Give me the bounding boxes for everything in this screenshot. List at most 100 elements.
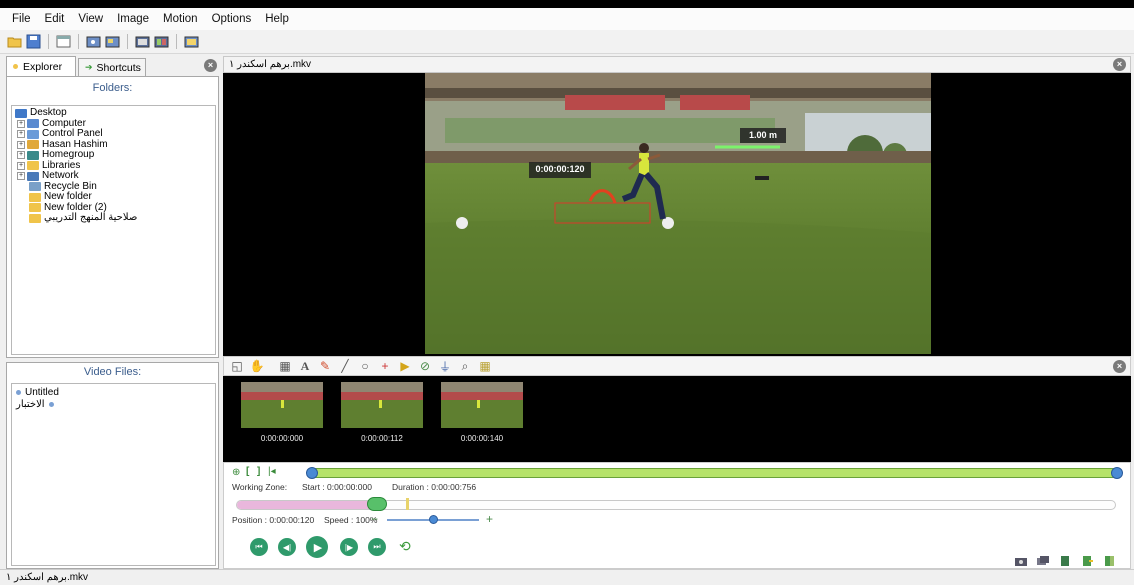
expand-icon[interactable]: + <box>17 119 25 128</box>
next-frame-button[interactable]: |▶ <box>340 538 358 556</box>
list-item[interactable]: Untitled <box>16 386 211 398</box>
folder-tree-item[interactable]: + Network <box>15 170 212 182</box>
angle-icon[interactable]: ⊘ <box>418 359 432 373</box>
video-files-title: Video Files: <box>83 366 142 378</box>
fast-forward-icon: ⏭ <box>373 542 381 551</box>
window-icon[interactable] <box>55 33 72 50</box>
toolbar <box>0 30 1134 54</box>
position-handle[interactable] <box>367 497 388 511</box>
folder-tree-item[interactable]: صلاحية المنهج التدريبي <box>15 212 212 224</box>
folder-tree-item[interactable]: Desktop <box>15 107 212 119</box>
close-tools-icon[interactable]: × <box>1113 360 1126 373</box>
line-icon[interactable]: ╱ <box>338 359 352 373</box>
video-title-bar: برهم اسكندر ١.mkv × <box>223 56 1131 73</box>
play-button[interactable]: ▶ <box>306 536 328 558</box>
expand-icon[interactable]: + <box>17 151 25 160</box>
export-green-icon[interactable] <box>1080 555 1094 567</box>
close-panel-icon[interactable]: × <box>204 59 217 72</box>
menu-options[interactable]: Options <box>212 13 252 25</box>
folder-tree-label: Control Panel <box>42 128 103 139</box>
arrow-icon[interactable]: ▶ <box>398 359 412 373</box>
tab-shortcuts[interactable]: ➔ Shortcuts <box>78 58 146 76</box>
speed-increase-icon[interactable]: + <box>486 512 493 526</box>
last-frame-button[interactable]: ⏭ <box>368 538 386 556</box>
hand-icon[interactable]: ✋ <box>250 359 265 373</box>
folder-icon <box>29 203 41 213</box>
folders-title: Folders: <box>92 82 133 94</box>
overlay-time-label: 0:00:00:120 <box>535 164 585 174</box>
menu-help[interactable]: Help <box>265 13 289 25</box>
folder-icon <box>29 192 41 202</box>
text-icon[interactable]: A <box>298 359 312 373</box>
zone-duration-label: Duration : 0:00:00:756 <box>392 482 477 492</box>
speed-slider-handle[interactable] <box>429 515 438 524</box>
computer-icon <box>27 119 39 129</box>
multi-snapshot-icon[interactable] <box>1036 555 1050 567</box>
key-image-icon[interactable]: ▦ <box>278 359 292 373</box>
folder-tree-item[interactable]: + Homegroup <box>15 149 212 161</box>
folder-tree-item[interactable]: + Control Panel <box>15 128 212 140</box>
drawing-toolbar: ◱ ✋ ▦ A ✎ ╱ ○ + ▶ ⊘ ⏚ ⌕ ▦ × <box>223 356 1131 376</box>
thumb-timestamp: 0:00:00:140 <box>460 434 504 443</box>
pencil-icon[interactable]: ✎ <box>318 359 332 373</box>
speed-decrease-icon[interactable]: − <box>371 512 378 526</box>
export-frames-icon[interactable] <box>134 33 151 50</box>
zone-start-bracket-icon[interactable]: [ <box>246 466 249 477</box>
menu-motion[interactable]: Motion <box>163 13 198 25</box>
zone-end-bracket-icon[interactable]: ] <box>257 466 260 477</box>
explorer-tab-icon <box>13 64 18 69</box>
previous-frame-button[interactable]: ◀| <box>278 538 296 556</box>
zone-reset-icon[interactable]: |◂ <box>268 466 276 477</box>
rewind-icon: ⏮ <box>255 542 263 551</box>
loop-icon[interactable]: ⟲ <box>399 538 411 555</box>
zone-start-label: Start : 0:00:00:000 <box>302 482 372 492</box>
export-side-icon[interactable] <box>1102 555 1116 567</box>
thumb-timestamp: 0:00:00:112 <box>361 434 403 443</box>
pointer-icon[interactable]: ◱ <box>230 359 244 373</box>
video-title: برهم اسكندر ١.mkv <box>229 59 312 70</box>
export-side-by-side-icon[interactable] <box>183 33 200 50</box>
close-video-icon[interactable]: × <box>1113 58 1126 71</box>
libraries-icon <box>27 161 39 171</box>
circle-icon[interactable]: ○ <box>358 359 372 373</box>
menu-image[interactable]: Image <box>117 13 149 25</box>
magnifier-icon[interactable]: ⌕ <box>458 359 472 373</box>
explorer-pane: Folders: Desktop + Computer + Control Panel +… <box>6 76 219 358</box>
zone-start-handle[interactable] <box>306 467 318 479</box>
expand-icon[interactable]: + <box>17 161 25 170</box>
menu-view[interactable]: View <box>78 13 103 25</box>
lock-icon[interactable]: ⊕ <box>232 467 240 478</box>
playback-controls: ⊕ [ ] |◂ Working Zone: Start : 0:00:00:0… <box>223 462 1131 569</box>
working-zone-label: Working Zone: <box>232 482 288 492</box>
open-folder-icon[interactable] <box>6 33 23 50</box>
folder-tree: Desktop + Computer + Control Panel + Hasan Has… <box>11 105 216 355</box>
cross-icon[interactable]: + <box>378 359 392 373</box>
video-frame[interactable]: 0:00:00:120 1.00 m <box>425 73 931 354</box>
menu-edit[interactable]: Edit <box>45 13 65 25</box>
export-video-icon[interactable] <box>104 33 121 50</box>
grid-icon[interactable]: ▦ <box>478 359 492 373</box>
expand-icon[interactable]: + <box>17 140 25 149</box>
homegroup-icon <box>27 150 39 160</box>
snapshot-icon[interactable] <box>1014 555 1028 567</box>
expand-icon[interactable]: + <box>17 130 25 139</box>
menu-file[interactable]: File <box>12 13 31 25</box>
zone-end-handle[interactable] <box>1111 467 1123 479</box>
list-item[interactable]: الاختبار <box>16 398 211 410</box>
save-video-icon[interactable] <box>1058 555 1072 567</box>
folder-tree-item[interactable]: New folder <box>15 191 212 203</box>
video-viewer[interactable]: 0:00:00:120 1.00 m <box>223 73 1131 356</box>
video-files-list: Untitled الاختبار <box>11 383 216 566</box>
expand-icon[interactable]: + <box>17 172 25 181</box>
export-image-icon[interactable] <box>85 33 102 50</box>
save-icon[interactable] <box>25 33 42 50</box>
first-frame-button[interactable]: ⏮ <box>250 538 268 556</box>
step-back-icon: ◀| <box>282 542 292 552</box>
key-image-thumb[interactable]: 0:00:00:112 <box>341 382 423 446</box>
key-image-thumb[interactable]: 0:00:00:140 <box>441 382 523 446</box>
tab-explorer[interactable]: Explorer <box>6 56 76 76</box>
chrono-icon[interactable]: ⏚ <box>438 359 452 374</box>
working-zone-bar[interactable] <box>308 468 1120 478</box>
key-image-thumb[interactable]: 0:00:00:000 <box>241 382 323 446</box>
export-multi-icon[interactable] <box>153 33 170 50</box>
